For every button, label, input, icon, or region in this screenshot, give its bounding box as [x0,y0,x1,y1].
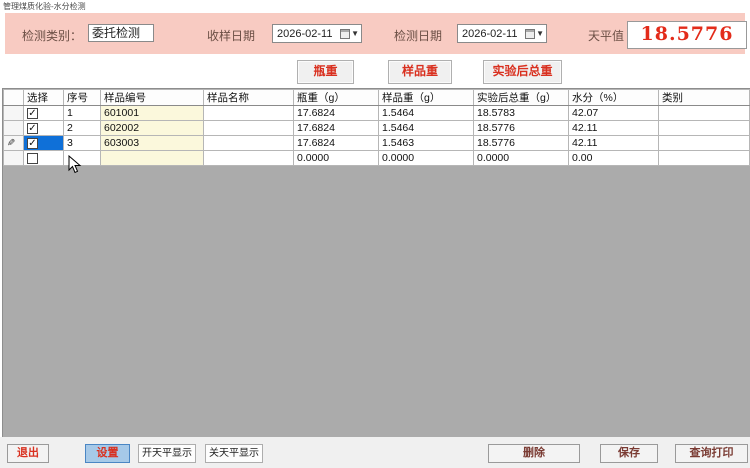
row-selector-cell[interactable]: ✎ [4,136,24,151]
table-cell-seq[interactable]: 1 [64,106,101,121]
test-date-label: 检测日期 [394,27,442,44]
mouse-cursor [68,155,82,175]
row-checkbox-cell[interactable]: ✓ [24,136,64,151]
save-button[interactable]: 保存 [600,444,658,463]
table-cell-sample-name[interactable] [204,106,294,121]
header-band: 检测类别： 委托检测 收样日期 2026-02-11 ▼ 检测日期 2026-0… [5,13,745,54]
table-cell-total-weight[interactable]: 0.0000 [474,151,569,166]
bottle-weight-button[interactable]: 瓶重 [297,60,354,84]
row-checkbox-cell[interactable] [24,151,64,166]
table-row: ✎ ✓ 3603003 17.68241.546318.577642.11 [4,136,750,151]
table-cell-moisture[interactable]: 42.07 [569,106,659,121]
table-row: ✓ 1601001 17.68241.546418.578342.07 [4,106,750,121]
row-selector-cell[interactable] [4,106,24,121]
table-cell-sample-weight[interactable]: 0.0000 [379,151,474,166]
balance-label: 天平值 [588,27,624,44]
table-row: ✓ 2602002 17.68241.546418.577642.11 [4,121,750,136]
test-date-value: 2026-02-11 [458,28,525,40]
table-cell-seq[interactable]: 3 [64,136,101,151]
row-checkbox[interactable] [27,153,38,164]
row-checkbox-cell[interactable]: ✓ [24,106,64,121]
table-cell-category[interactable] [659,121,750,136]
table-cell-sample-weight[interactable]: 1.5464 [379,121,474,136]
table-cell-sample-weight[interactable]: 1.5463 [379,136,474,151]
row-checkbox[interactable]: ✓ [27,123,38,134]
edit-pencil-icon: ✎ [7,138,15,149]
table-cell-sample-name[interactable] [204,136,294,151]
calendar-icon [340,29,350,39]
table-cell-bottle-weight[interactable]: 17.6824 [294,136,379,151]
settings-button[interactable]: 设置 [85,444,130,463]
table-cell-bottle-weight[interactable]: 0.0000 [294,151,379,166]
delete-button[interactable]: 删除 [488,444,580,463]
table-cell-sample-id[interactable]: 603003 [101,136,204,151]
column-header[interactable]: 序号 [64,90,101,106]
column-header[interactable]: 样品编号 [101,90,204,106]
chevron-down-icon[interactable]: ▼ [351,29,359,38]
chevron-down-icon[interactable]: ▼ [536,29,544,38]
total-weight-after-button[interactable]: 实验后总重 [483,60,562,84]
table-cell-moisture[interactable]: 42.11 [569,136,659,151]
table-cell-sample-weight[interactable]: 1.5464 [379,106,474,121]
receive-date-value: 2026-02-11 [273,28,340,40]
calendar-icon [525,29,535,39]
table-cell-moisture[interactable]: 42.11 [569,121,659,136]
table-cell-sample-id[interactable]: 602002 [101,121,204,136]
column-header[interactable]: 样品名称 [204,90,294,106]
column-header[interactable]: 样品重（g） [379,90,474,106]
receive-date-label: 收样日期 [207,27,255,44]
table-cell-sample-name[interactable] [204,151,294,166]
data-grid-area: 选择序号样品编号样品名称瓶重（g）样品重（g）实验后总重（g）水分（%）类别 ✓… [2,88,750,439]
category-label: 检测类别： [22,27,82,44]
exit-button[interactable]: 退出 [7,444,49,463]
row-checkbox-cell[interactable]: ✓ [24,121,64,136]
column-header[interactable]: 选择 [24,90,64,106]
table-cell-bottle-weight[interactable]: 17.6824 [294,106,379,121]
table-header-row: 选择序号样品编号样品名称瓶重（g）样品重（g）实验后总重（g）水分（%）类别 [4,90,750,106]
table-cell-sample-name[interactable] [204,121,294,136]
footer-bar: 退出 设置 开天平显示 关天平显示 删除 保存 查询打印 [0,437,750,468]
close-balance-display-button[interactable]: 关天平显示 [205,444,263,463]
open-balance-display-button[interactable]: 开天平显示 [138,444,196,463]
row-checkbox[interactable]: ✓ [27,108,38,119]
balance-value: 18.5776 [627,21,747,49]
column-header[interactable]: 类别 [659,90,750,106]
query-print-button[interactable]: 查询打印 [675,444,748,463]
column-header[interactable]: 水分（%） [569,90,659,106]
sample-table: 选择序号样品编号样品名称瓶重（g）样品重（g）实验后总重（g）水分（%）类别 ✓… [3,89,750,166]
category-input[interactable]: 委托检测 [88,24,154,42]
table-cell-category[interactable] [659,136,750,151]
table-cell-sample-id[interactable] [101,151,204,166]
column-header[interactable]: 实验后总重（g） [474,90,569,106]
row-selector-cell[interactable] [4,121,24,136]
table-cell-category[interactable] [659,106,750,121]
table-cell-seq[interactable]: 2 [64,121,101,136]
table-cell-moisture[interactable]: 0.00 [569,151,659,166]
row-selector-cell[interactable] [4,151,24,166]
table-cell-bottle-weight[interactable]: 17.6824 [294,121,379,136]
sample-weight-button[interactable]: 样品重 [388,60,452,84]
receive-date-picker[interactable]: 2026-02-11 ▼ [272,24,362,43]
column-header[interactable]: 瓶重（g） [294,90,379,106]
table-cell-category[interactable] [659,151,750,166]
table-cell-total-weight[interactable]: 18.5776 [474,136,569,151]
table-cell-sample-id[interactable]: 601001 [101,106,204,121]
test-date-picker[interactable]: 2026-02-11 ▼ [457,24,547,43]
table-cell-total-weight[interactable]: 18.5776 [474,121,569,136]
table-cell-total-weight[interactable]: 18.5783 [474,106,569,121]
window-title: 管理煤质化验-水分检测 [3,1,86,12]
table-row: 0.00000.00000.00000.00 [4,151,750,166]
row-selector-header[interactable] [4,90,24,106]
row-checkbox[interactable]: ✓ [27,138,38,149]
